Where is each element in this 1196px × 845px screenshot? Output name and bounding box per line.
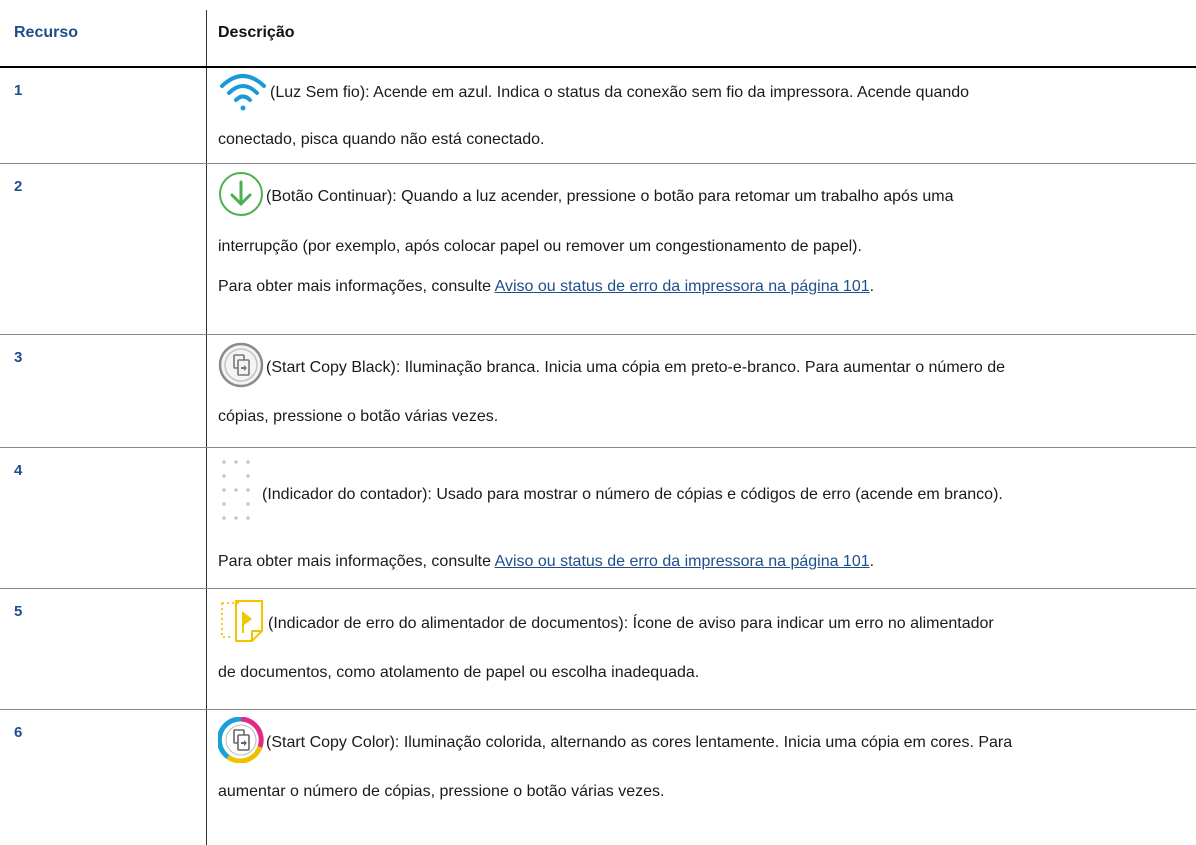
error-status-link[interactable]: Aviso ou status de erro da impressora na… bbox=[495, 278, 870, 295]
description-line: de documentos, como atolamento de papel … bbox=[218, 663, 700, 681]
copy-color-icon bbox=[216, 716, 264, 768]
feature-description: (Start Copy Color): Iluminação colorida,… bbox=[206, 709, 1196, 845]
description-line: aumentar o número de cópias, pressione o… bbox=[218, 782, 665, 800]
feature-description: (Indicador de erro do alimentador de doc… bbox=[206, 588, 1196, 709]
more-info-suffix: . bbox=[869, 277, 875, 295]
description-line: conectado, pisca quando não está conecta… bbox=[218, 131, 545, 148]
description-line: (Start Copy Black): Iluminação branca. I… bbox=[266, 358, 1006, 376]
counter-display-icon bbox=[218, 456, 258, 533]
feature-description: (Indicador do contador): Usado para most… bbox=[206, 447, 1196, 588]
table-row: 4 (Indicador do contador): Usado para mo… bbox=[0, 447, 1196, 588]
table-row: 1 (Luz Sem fio): Acende em azul. Indica … bbox=[0, 67, 1196, 163]
description-line: cópias, pressione o botão várias vezes. bbox=[218, 407, 499, 425]
table-row: 2 (Botão Continuar): Quando a luz acende… bbox=[0, 163, 1196, 334]
description-line: (Start Copy Color): Iluminação colorida,… bbox=[266, 733, 1013, 751]
copy-black-icon bbox=[218, 342, 264, 393]
feature-number: 3 bbox=[14, 348, 23, 366]
description-line: (Indicador de erro do alimentador de doc… bbox=[268, 614, 994, 632]
more-info-suffix: . bbox=[869, 552, 875, 570]
more-info-prefix: Para obter mais informações, consulte bbox=[218, 277, 495, 295]
feature-description: (Start Copy Black): Iluminação branca. I… bbox=[206, 334, 1196, 447]
feature-description: (Botão Continuar): Quando a luz acender,… bbox=[206, 163, 1196, 334]
header-descricao: Descrição bbox=[206, 0, 1196, 68]
feature-description: (Luz Sem fio): Acende em azul. Indica o … bbox=[206, 67, 1196, 163]
feature-number: 1 bbox=[14, 82, 23, 99]
table-row: 3 (Start Copy Black): Iluminação branca.… bbox=[0, 334, 1196, 447]
description-line: interrupção (por exemplo, após colocar p… bbox=[218, 237, 862, 255]
table-row: 5 (Indicador de erro do alimentador de d… bbox=[0, 588, 1196, 709]
table-header-row: Recurso Descrição bbox=[0, 0, 1196, 68]
error-status-link[interactable]: Aviso ou status de erro da impressora na… bbox=[495, 553, 870, 570]
description-line: (Luz Sem fio): Acende em azul. Indica o … bbox=[270, 84, 970, 101]
header-recurso: Recurso bbox=[0, 0, 206, 68]
wifi-icon bbox=[218, 69, 268, 118]
more-info-line: Para obter mais informações, consulte Av… bbox=[218, 276, 1196, 298]
more-info-line: Para obter mais informações, consulte Av… bbox=[218, 551, 1196, 573]
feature-number: 5 bbox=[14, 602, 23, 620]
document-feeder-error-icon bbox=[218, 597, 266, 650]
feature-number: 4 bbox=[14, 461, 23, 479]
feature-number: 6 bbox=[14, 723, 23, 741]
description-line: (Botão Continuar): Quando a luz acender,… bbox=[266, 187, 954, 205]
table-row: 6 (Start Copy Color): Iluminação colorid… bbox=[0, 709, 1196, 845]
description-line: (Indicador do contador): Usado para most… bbox=[262, 485, 1003, 503]
feature-number: 2 bbox=[14, 177, 23, 195]
resume-icon bbox=[218, 171, 264, 222]
feature-table-page: Recurso Descrição 1 (Luz Sem fio): Acend… bbox=[0, 0, 1196, 845]
more-info-prefix: Para obter mais informações, consulte bbox=[218, 552, 495, 570]
feature-table: Recurso Descrição 1 (Luz Sem fio): Acend… bbox=[0, 0, 1196, 845]
